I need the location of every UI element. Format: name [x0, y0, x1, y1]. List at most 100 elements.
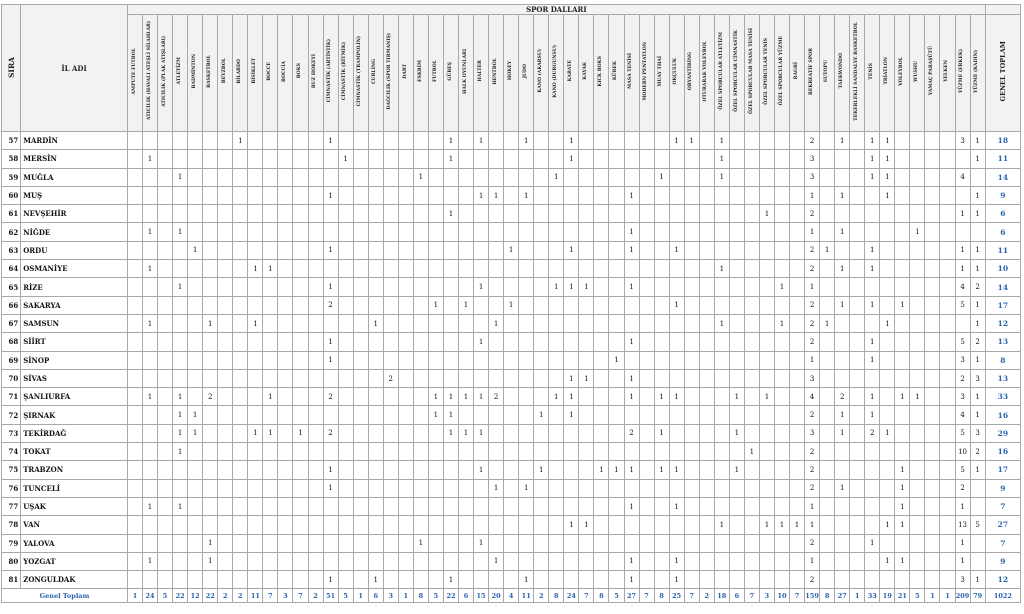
- sport-count-cell: [924, 313, 941, 334]
- grand-total-cell: 5: [909, 588, 926, 604]
- sport-count-cell: [488, 130, 505, 151]
- sport-count-cell: [232, 277, 249, 297]
- sport-count-cell: 5: [954, 423, 971, 444]
- sport-count-cell: [397, 222, 414, 242]
- sport-count-cell: [819, 478, 836, 498]
- sport-count-cell: [457, 332, 475, 352]
- sport-count-cell: [773, 460, 791, 480]
- sport-count-cell: [758, 460, 775, 480]
- sport-column-header: HALTER: [473, 14, 490, 132]
- sport-count-cell: [503, 222, 520, 242]
- sport-count-cell: 13: [954, 515, 971, 535]
- sport-count-cell: [277, 533, 294, 553]
- sport-count-cell: [262, 222, 279, 242]
- sport-count-cell: [924, 259, 941, 279]
- sport-count-cell: [909, 442, 926, 462]
- table-row: 68 SİİRT 1 1 1 2 1 5 2 13: [0, 332, 1022, 352]
- sport-count-cell: 1: [969, 240, 986, 261]
- sport-count-cell: [834, 570, 851, 590]
- sport-count-cell: [683, 332, 700, 352]
- province-name: TRABZON: [20, 460, 128, 480]
- sport-count-cell: [924, 387, 941, 407]
- sport-count-cell: [157, 167, 174, 187]
- sport-count-cell: [698, 442, 715, 462]
- header-spacer: [984, 4, 1022, 15]
- sport-count-cell: 1: [954, 496, 971, 517]
- sport-count-cell: [232, 332, 249, 352]
- sport-count-cell: [337, 460, 354, 480]
- sport-count-cell: [713, 332, 730, 352]
- sport-count-cell: 1: [608, 350, 625, 370]
- sport-count-cell: [864, 368, 881, 389]
- sport-count-cell: [533, 478, 550, 498]
- sport-count-cell: 3: [804, 167, 821, 187]
- grand-total-cell: 4: [503, 588, 520, 604]
- sport-count-cell: [262, 130, 279, 151]
- sport-count-cell: [638, 368, 655, 389]
- sport-name: TAEKWONDO: [838, 53, 844, 89]
- sport-count-cell: [683, 387, 700, 407]
- sport-count-cell: 1: [623, 496, 640, 517]
- sport-count-cell: 2: [804, 570, 821, 590]
- genel-toplam-label: GENEL TOPLAM: [998, 40, 1007, 102]
- sport-count-cell: [307, 570, 324, 590]
- sport-count-cell: [548, 332, 565, 352]
- table-row: 66 SAKARYA 2 1 1 1 1 2 1 1 1 5 1 17: [0, 295, 1022, 315]
- sport-count-cell: 1: [653, 167, 670, 187]
- sport-count-cell: [488, 332, 505, 352]
- sport-count-cell: [939, 460, 956, 480]
- table-row: 62 NİĞDE 1 1 1 1 1 1 6: [0, 222, 1022, 242]
- sport-count-cell: 1: [954, 551, 971, 572]
- sport-count-cell: [864, 551, 881, 572]
- sport-count-cell: [307, 423, 324, 444]
- sport-count-cell: [894, 442, 911, 462]
- sport-count-cell: 1: [503, 240, 520, 261]
- sport-count-cell: [849, 515, 866, 535]
- sport-count-cell: [488, 167, 505, 187]
- sport-count-cell: [352, 167, 369, 187]
- sport-count-cell: [909, 460, 926, 480]
- sport-count-cell: [412, 130, 429, 151]
- sport-count-cell: 1: [623, 240, 640, 261]
- sport-count-cell: [698, 405, 715, 425]
- sport-count-cell: [292, 460, 309, 480]
- sport-name: BOCCE: [267, 61, 273, 81]
- sport-count-cell: [713, 295, 730, 315]
- row-number: 57: [0, 130, 22, 151]
- sport-count-cell: [819, 551, 836, 572]
- sport-count-cell: [909, 478, 926, 498]
- sport-count-cell: [367, 515, 384, 535]
- sport-count-cell: [503, 478, 520, 498]
- sport-count-cell: [187, 222, 204, 242]
- sport-count-cell: [683, 204, 700, 224]
- sport-count-cell: [758, 259, 775, 279]
- sport-count-cell: [352, 313, 369, 334]
- sport-count-cell: [277, 130, 294, 151]
- sport-count-cell: [367, 551, 384, 572]
- row-total: 29: [984, 423, 1022, 444]
- sport-count-cell: [473, 496, 490, 517]
- sport-name: KANO (DURGUNSU): [552, 44, 558, 98]
- row-number: 74: [0, 442, 22, 462]
- sport-count-cell: [488, 533, 505, 553]
- sport-column-header: JUDO: [518, 14, 535, 132]
- sport-count-cell: [683, 295, 700, 315]
- sport-count-cell: 1: [864, 149, 881, 169]
- sport-count-cell: [894, 423, 911, 444]
- sport-count-cell: [789, 222, 806, 242]
- sport-count-cell: 3: [804, 423, 821, 444]
- sport-count-cell: [412, 570, 429, 590]
- grand-total-cell: 24: [563, 588, 580, 604]
- sport-count-cell: [292, 533, 309, 553]
- sport-count-cell: [789, 167, 806, 187]
- sport-count-cell: [307, 185, 324, 206]
- sport-count-cell: [247, 460, 264, 480]
- sport-count-cell: [668, 350, 685, 370]
- sport-count-cell: 2: [864, 423, 881, 444]
- sport-count-cell: [457, 167, 475, 187]
- province-name: ZONGULDAK: [20, 570, 128, 590]
- sport-count-cell: 1: [879, 423, 896, 444]
- sport-count-cell: [653, 277, 670, 297]
- sport-count-cell: [653, 222, 670, 242]
- sport-count-cell: [217, 149, 234, 169]
